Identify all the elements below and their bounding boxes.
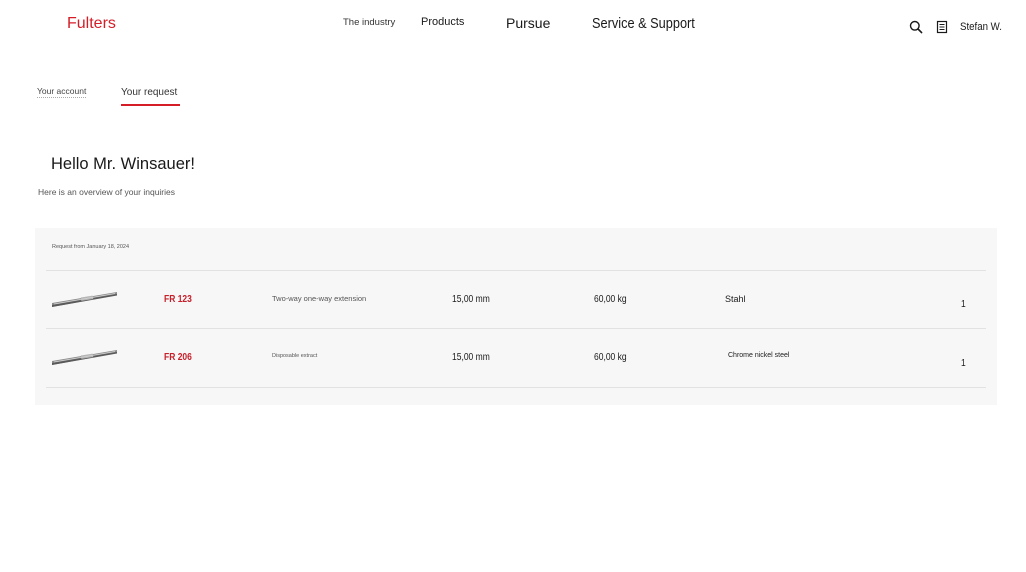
product-width: 15,00 mm xyxy=(452,294,490,305)
user-menu[interactable]: Stefan W. xyxy=(960,21,1002,33)
nav-products[interactable]: Products xyxy=(421,16,464,28)
request-card: Request from January 18, 2024 FR 123 Two… xyxy=(35,228,997,405)
table-row[interactable]: FR 123 Two-way one-way extension 15,00 m… xyxy=(35,270,997,328)
row-divider xyxy=(46,387,986,388)
nav-service-support[interactable]: Service & Support xyxy=(592,16,695,32)
product-quantity: 1 xyxy=(961,299,966,310)
page-title: Hello Mr. Winsauer! xyxy=(51,155,195,173)
product-code[interactable]: FR 206 xyxy=(164,352,192,363)
page-subtitle: Here is an overview of your inquiries xyxy=(38,187,176,197)
search-icon[interactable] xyxy=(909,20,923,34)
logo[interactable]: Fulters xyxy=(67,15,116,33)
product-quantity: 1 xyxy=(961,358,966,369)
product-description: Two-way one-way extension xyxy=(272,294,367,303)
product-load: 60,00 kg xyxy=(594,352,627,363)
tab-your-request[interactable]: Your request xyxy=(121,87,177,98)
product-description: Disposable extract xyxy=(272,353,318,359)
product-width: 15,00 mm xyxy=(452,352,490,363)
active-tab-indicator xyxy=(121,104,180,106)
tab-your-account[interactable]: Your account xyxy=(37,86,87,98)
page: Fulters The industry Products Pursue Ser… xyxy=(0,0,1026,572)
product-image xyxy=(52,292,117,307)
nav-pursue[interactable]: Pursue xyxy=(506,15,550,31)
product-code[interactable]: FR 123 xyxy=(164,294,192,305)
request-date: Request from January 18, 2024 xyxy=(52,244,130,250)
product-load: 60,00 kg xyxy=(594,294,627,305)
product-material: Chrome nickel steel xyxy=(728,352,790,359)
nav-the-industry[interactable]: The industry xyxy=(343,17,395,28)
table-row[interactable]: FR 206 Disposable extract 15,00 mm 60,00… xyxy=(35,328,997,386)
product-material: Stahl xyxy=(725,294,746,304)
document-icon[interactable] xyxy=(935,20,949,34)
product-image xyxy=(52,350,117,365)
